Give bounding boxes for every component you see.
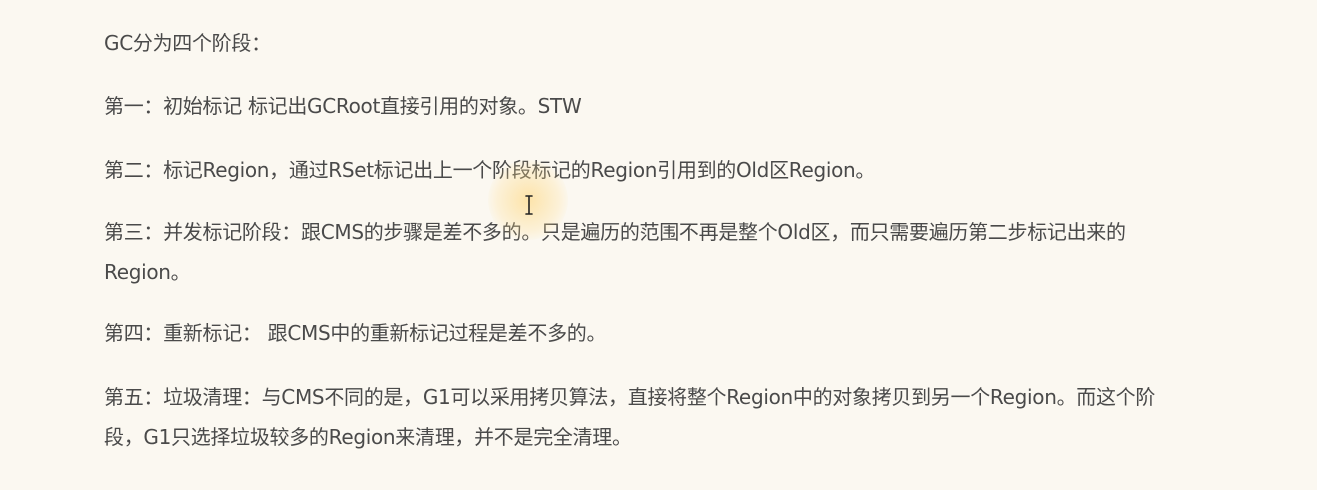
paragraph-line: 第三：并发标记阶段：跟CMS的步骤是差不多的。只是遍历的范围不再是整个Old区，…: [104, 220, 1126, 244]
paragraph-line: 第四：重新标记： 跟CMS中的重新标记过程是差不多的。: [104, 321, 607, 345]
paragraph-line: 第五：垃圾清理：与CMS不同的是，G1可以采用拷贝算法，直接将整个Region中…: [104, 385, 1156, 409]
paragraph-line: 第一：初始标记 标记出GCRoot直接引用的对象。STW: [104, 94, 582, 118]
document-body: GC分为四个阶段： 第一：初始标记 标记出GCRoot直接引用的对象。STW 第…: [0, 0, 1317, 490]
paragraph-line: 第二：标记Region，通过RSet标记出上一个阶段标记的Region引用到的O…: [104, 158, 876, 182]
paragraph-stage-4: 第四：重新标记： 跟CMS中的重新标记过程是差不多的。: [104, 313, 606, 353]
paragraph-line: 段，G1只选择垃圾较多的Region来清理，并不是完全清理。: [104, 425, 632, 449]
paragraph-stage-5: 第五：垃圾清理：与CMS不同的是，G1可以采用拷贝算法，直接将整个Region中…: [104, 377, 1155, 457]
paragraph-stage-1: 第一：初始标记 标记出GCRoot直接引用的对象。STW: [104, 86, 582, 126]
paragraph-stage-3: 第三：并发标记阶段：跟CMS的步骤是差不多的。只是遍历的范围不再是整个Old区，…: [104, 212, 1126, 292]
heading-text: GC分为四个阶段：: [104, 31, 271, 55]
paragraph-line: Region。: [104, 260, 191, 284]
section-heading: GC分为四个阶段：: [104, 23, 271, 63]
paragraph-stage-2: 第二：标记Region，通过RSet标记出上一个阶段标记的Region引用到的O…: [104, 150, 875, 190]
